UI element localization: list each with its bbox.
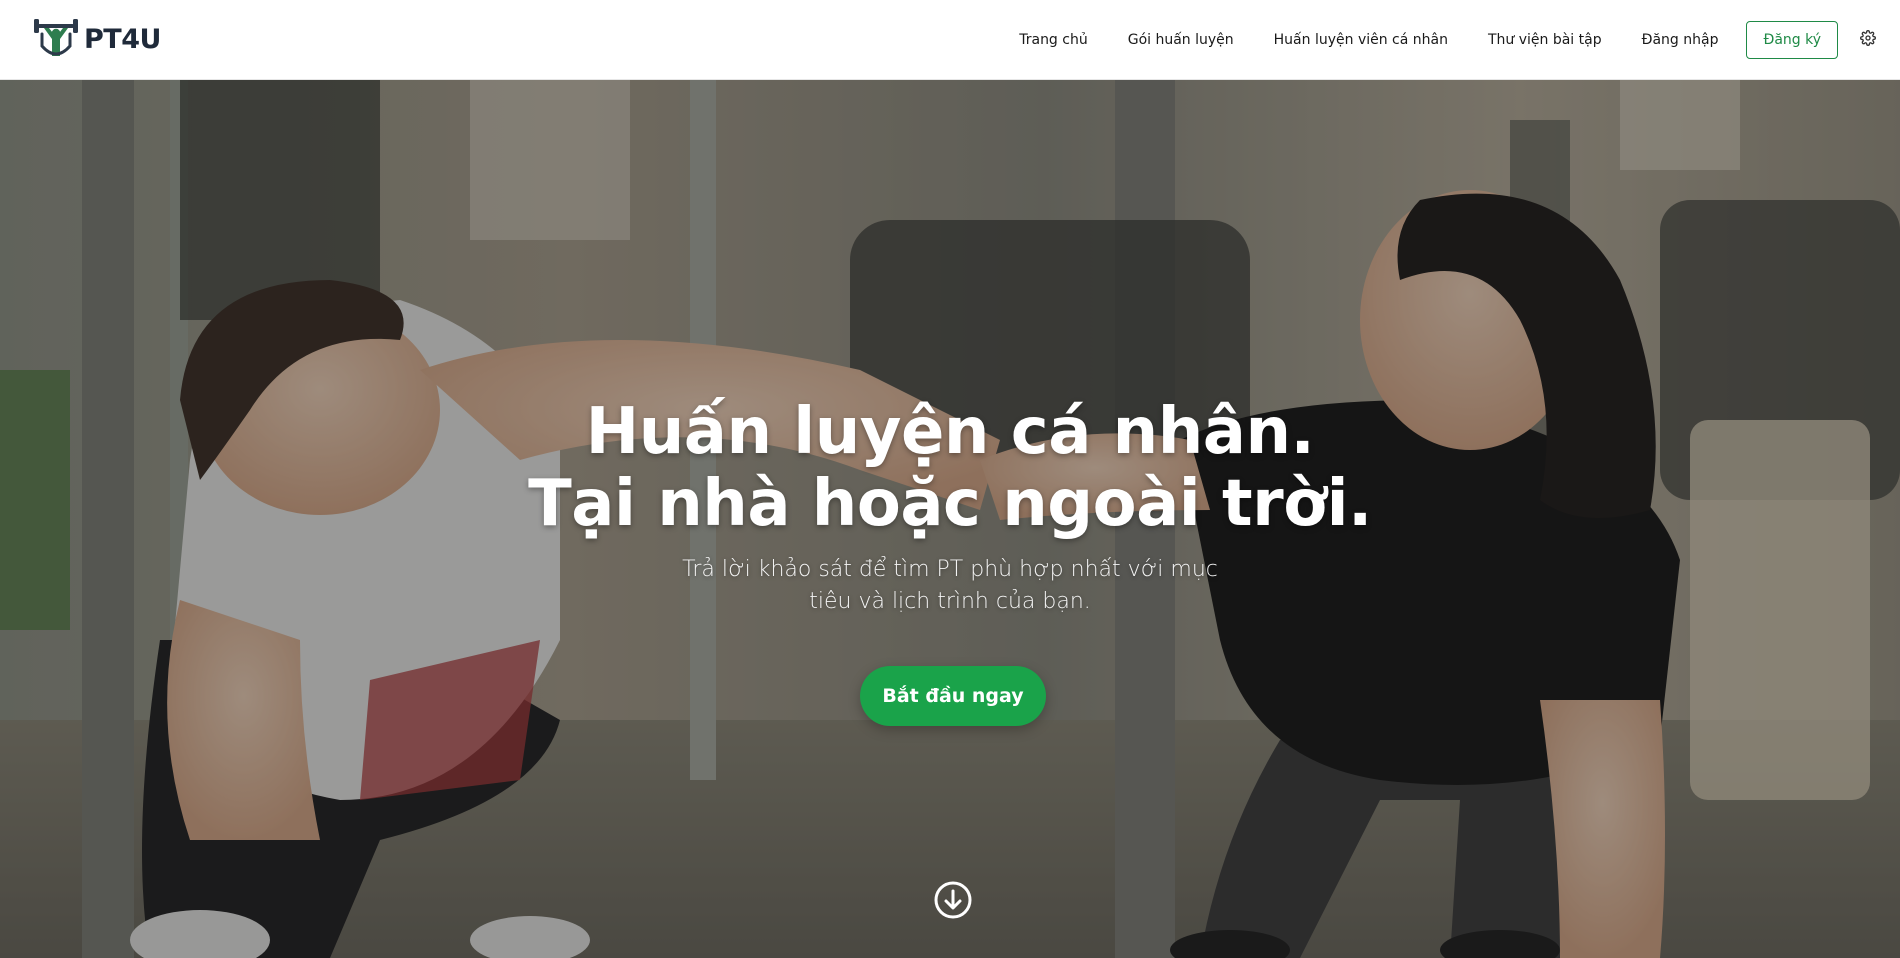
scroll-down-button[interactable] (933, 880, 973, 920)
site-header: PT4U Trang chủ Gói huấn luyện Huấn luyện… (0, 0, 1900, 80)
nav-item-home[interactable]: Trang chủ (999, 32, 1107, 48)
settings-button[interactable] (1856, 28, 1880, 52)
nav-item-personal-trainers[interactable]: Huấn luyện viên cá nhân (1254, 32, 1468, 48)
hero-title-line-1: Huấn luyện cá nhân. (585, 395, 1315, 469)
arrow-down-circle-icon (933, 881, 973, 924)
brand-name: PT4U (84, 23, 161, 55)
main-nav: Trang chủ Gói huấn luyện Huấn luyện viên… (999, 0, 1880, 80)
hero-title: Huấn luyện cá nhân. Tại nhà hoặc ngoài t… (0, 396, 1900, 540)
brand-logo-link[interactable]: PT4U (32, 16, 161, 62)
nav-item-login[interactable]: Đăng nhập (1622, 32, 1739, 48)
gear-icon (1860, 30, 1876, 50)
dumbbell-person-logo-icon (32, 16, 80, 62)
hero-subtitle: Trả lời khảo sát để tìm PT phù hợp nhất … (682, 557, 1218, 614)
signup-button[interactable]: Đăng ký (1746, 21, 1838, 59)
nav-item-training-packages[interactable]: Gói huấn luyện (1108, 32, 1254, 48)
hero-section: Huấn luyện cá nhân. Tại nhà hoặc ngoài t… (0, 80, 1900, 958)
nav-item-exercise-library[interactable]: Thư viện bài tập (1468, 32, 1622, 48)
hero-title-line-2: Tại nhà hoặc ngoài trời. (528, 467, 1372, 541)
start-now-button[interactable]: Bắt đầu ngay (860, 666, 1046, 726)
